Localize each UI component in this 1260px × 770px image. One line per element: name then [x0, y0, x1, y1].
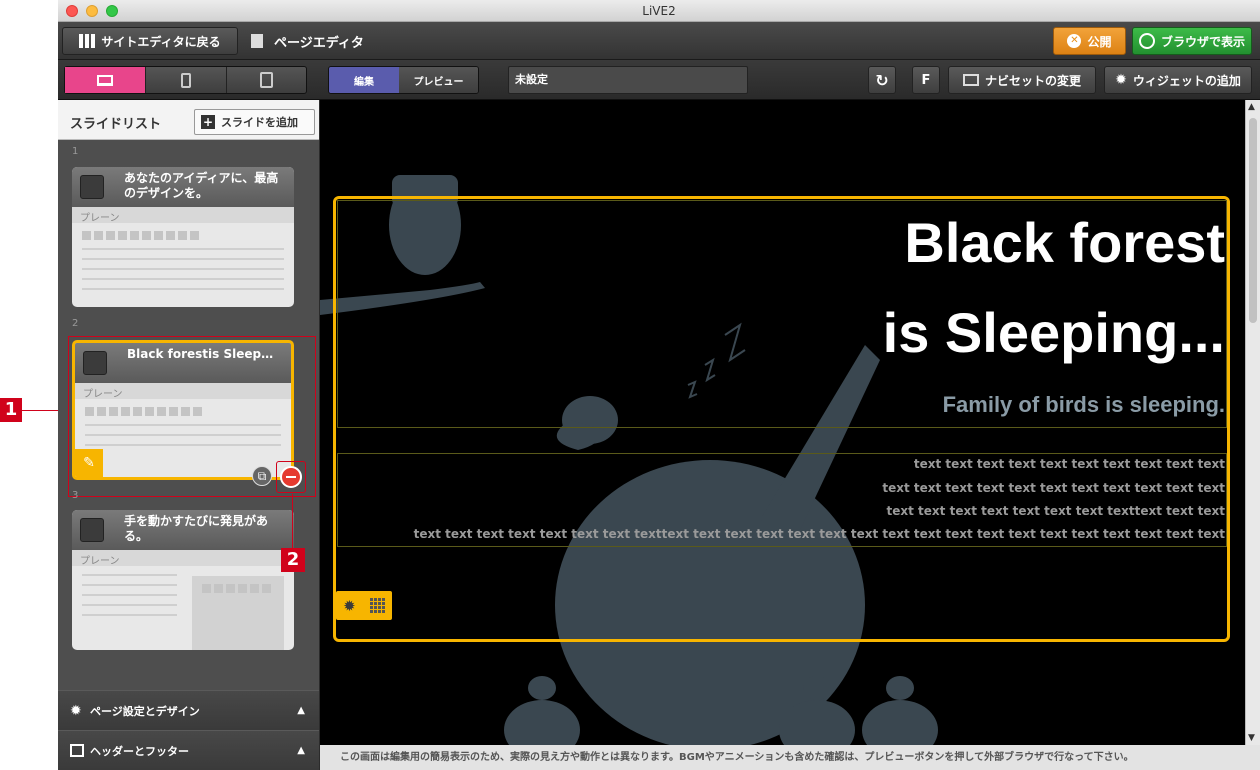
- phone-device-button[interactable]: [145, 67, 225, 93]
- slide-canvas: Black forest is Sleeping... Family of bi…: [320, 100, 1245, 745]
- scroll-down-arrow[interactable]: ▼: [1248, 733, 1255, 743]
- chevron-up-icon: ▲: [297, 745, 305, 756]
- gear-icon: ✹: [70, 702, 82, 719]
- window-title: LiVE2: [642, 4, 676, 18]
- body-text-line: text text text text text text text textt…: [886, 504, 1225, 518]
- grid-icon: [369, 598, 385, 613]
- callout-2: 2: [281, 548, 305, 572]
- delete-slide-button[interactable]: [280, 466, 302, 488]
- pencil-icon: ✎: [83, 455, 95, 471]
- slide-thumbnail-blocks: [85, 407, 291, 416]
- tablet-icon: [259, 72, 273, 88]
- edit-slide-button[interactable]: ✎: [75, 449, 103, 477]
- plus-icon: +: [201, 115, 215, 129]
- zoom-window-dot[interactable]: [106, 5, 118, 17]
- globe-icon: [1138, 33, 1155, 49]
- columns-icon: [79, 34, 96, 48]
- f-button[interactable]: F: [912, 66, 940, 94]
- body-text-line: text text text text text text text text …: [882, 481, 1225, 495]
- view-in-browser-button[interactable]: ブラウザで表示: [1132, 27, 1252, 55]
- refresh-button[interactable]: ↻: [868, 66, 896, 94]
- page-editor-title: ページエディタ: [274, 36, 364, 51]
- scroll-thumb[interactable]: [1249, 118, 1257, 323]
- subheading: Family of birds is sleeping.: [942, 392, 1225, 417]
- callout-1: 1: [0, 398, 22, 422]
- body-text-line: text text text text text text text text …: [913, 457, 1225, 471]
- page-status-field[interactable]: 未設定: [508, 66, 748, 94]
- header-footer-icon: [70, 744, 84, 757]
- slide-type-icon: [83, 351, 107, 375]
- slide-card-1[interactable]: あなたのアイディアに、最高のデザインを。 プレーン: [72, 167, 294, 307]
- callout-2-line: [292, 494, 293, 548]
- mode-toolbar: 編集 プレビュー 未設定 ↻ F ナビセットの変更 ✹ ウィジェットの追加: [58, 60, 1260, 100]
- phone-icon: [181, 72, 191, 88]
- slide-thumbnail-blocks: [82, 231, 294, 240]
- refresh-icon: ↻: [875, 70, 889, 90]
- slide-title: あなたのアイディアに、最高のデザインを。: [124, 171, 279, 200]
- heading-line-1: Black forest: [904, 211, 1225, 274]
- slide-type-label: プレーン: [72, 550, 294, 567]
- slide-number: 3: [72, 490, 79, 501]
- close-window-dot[interactable]: [66, 5, 78, 17]
- header-footer-accordion[interactable]: ヘッダーとフッター ▲: [58, 730, 319, 770]
- slide-card-3[interactable]: 手を動かすたびに発見がある。 プレーン: [72, 510, 294, 650]
- slide-title: Black forestis Sleep…: [127, 347, 274, 361]
- slide-type-label: プレーン: [75, 383, 291, 400]
- laptop-icon: [97, 74, 114, 86]
- page-icon: [251, 34, 263, 48]
- navset-icon: [962, 74, 979, 86]
- slide-type-label: プレーン: [72, 207, 294, 224]
- minus-icon: [286, 476, 296, 478]
- slide-list-title: スライドリスト: [70, 117, 162, 132]
- slide-number: 2: [72, 318, 79, 329]
- back-to-site-editor-button[interactable]: サイトエディタに戻る: [62, 27, 238, 55]
- publish-button[interactable]: ✕ 公開: [1053, 27, 1126, 55]
- gear-icon: ✹: [1115, 72, 1127, 88]
- slide-card-2[interactable]: Black forestis Sleep… プレーン ✎: [72, 340, 294, 480]
- desktop-device-button[interactable]: [65, 67, 146, 93]
- scroll-up-arrow[interactable]: ▲: [1248, 102, 1255, 112]
- gear-icon: ✹: [343, 596, 356, 615]
- slide-number: 1: [72, 146, 79, 157]
- chevron-up-icon: ▲: [297, 705, 305, 716]
- change-navset-button[interactable]: ナビセットの変更: [948, 66, 1096, 94]
- page-settings-accordion[interactable]: ✹ ページ設定とデザイン ▲: [58, 690, 319, 730]
- title-bar: LiVE2: [58, 0, 1260, 22]
- heading-line-2: is Sleeping...: [882, 301, 1225, 364]
- body-text-line: text text text text text text text textt…: [413, 527, 1225, 541]
- vertical-scrollbar[interactable]: ▲ ▼: [1245, 100, 1260, 745]
- edit-preview-toggle: 編集 プレビュー: [328, 66, 479, 94]
- app-window: LiVE2 サイトエディタに戻る ページエディタ ✕ 公開 ブラウザで表示 編集…: [58, 0, 1260, 770]
- duplicate-icon: ⧉: [257, 469, 267, 483]
- publish-icon: ✕: [1067, 34, 1082, 48]
- slide-list-header: スライドリスト + スライドを追加: [58, 100, 319, 140]
- slide-list-sidebar: スライドリスト + スライドを追加 1 あなたのアイディアに、最高のデザインを。…: [58, 100, 319, 770]
- device-switcher: [64, 66, 307, 94]
- slide-type-icon: [80, 175, 104, 199]
- editor-footer-note: この画面は編集用の簡易表示のため、実際の見え方や動作とは異なります。BGMやアニ…: [320, 745, 1260, 770]
- minimize-window-dot[interactable]: [86, 5, 98, 17]
- back-label: サイトエディタに戻る: [101, 34, 221, 49]
- edit-mode-button[interactable]: 編集: [329, 67, 399, 93]
- add-slide-button[interactable]: + スライドを追加: [194, 109, 315, 135]
- preview-mode-button[interactable]: プレビュー: [399, 67, 478, 93]
- slide-title: 手を動かすたびに発見がある。: [124, 514, 269, 543]
- slide-thumbnail-blocks: [192, 576, 284, 650]
- add-widget-button[interactable]: ✹ ウィジェットの追加: [1104, 66, 1252, 94]
- widget-settings-button[interactable]: ✹: [336, 591, 392, 620]
- main-toolbar: サイトエディタに戻る ページエディタ ✕ 公開 ブラウザで表示: [58, 22, 1260, 60]
- slide-type-icon: [80, 518, 104, 542]
- duplicate-slide-button[interactable]: ⧉: [252, 466, 272, 486]
- tablet-device-button[interactable]: [225, 67, 306, 93]
